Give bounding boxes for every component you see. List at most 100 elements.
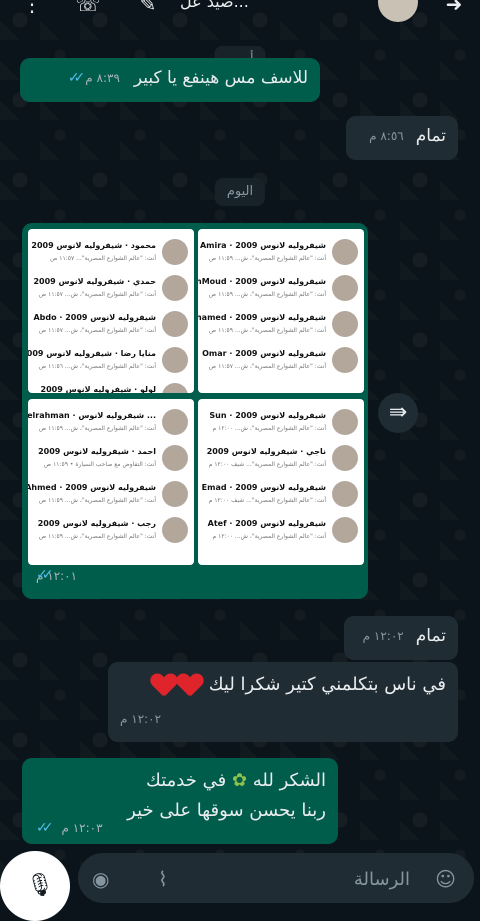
chat-name: ناجي · شيفروليه لانوس 2009 bbox=[206, 447, 326, 456]
message-text: للاسف مس هينفع يا كبير bbox=[133, 68, 308, 88]
herb-emoji: ✿ bbox=[231, 770, 248, 791]
avatar[interactable] bbox=[378, 0, 418, 22]
message-text: تمام bbox=[415, 626, 446, 646]
contact-thumbnail bbox=[162, 481, 188, 507]
chat-name: Sun · شيفروليه لانوس 2009 bbox=[209, 411, 326, 420]
chat-name: حمدي · شيفروليه لانوس 2009 bbox=[33, 277, 156, 286]
contact-thumbnail bbox=[162, 347, 188, 373]
chat-list-item: ناجي · شيفروليه لانوس 2009 أنت: "عالم الش… bbox=[204, 441, 358, 477]
message-text-line1: الشكر لله bbox=[252, 770, 326, 791]
screenshot-image[interactable]: Abdelrahman · شيفروليه لانوس ... أنت: "عا… bbox=[28, 399, 194, 565]
chat-list-item: حمدي · شيفروليه لانوس 2009 أنت: "عالم الش… bbox=[33, 271, 188, 307]
message-placeholder: الرسالة bbox=[353, 869, 410, 890]
edit-icon[interactable]: ✎ bbox=[134, 0, 162, 18]
chat-list-item: محمود · شيفروليه لانوس 2009 أنت: "عالم ال… bbox=[31, 235, 188, 271]
message-time: ١٢:٠٢ م bbox=[362, 629, 404, 643]
red-heart-emoji bbox=[151, 672, 177, 698]
message-time: ٨:٥٦ م bbox=[369, 129, 404, 143]
message-incoming[interactable]: تمام ٨:٥٦ م bbox=[346, 116, 458, 160]
chat-header: ⋮ ☏ ✎ صيد عل... ➜ bbox=[0, 0, 480, 26]
sticker-icon[interactable]: ☺ bbox=[435, 867, 456, 891]
chat-list-item: Sun · شيفروليه لانوس 2009 أنت: "عالم الشو… bbox=[204, 405, 358, 441]
mic-button[interactable]: 🎙 bbox=[0, 851, 70, 921]
chat-preview: أنت: "عالم الشوارع المصرية"، ش... ١١:٥٩ … bbox=[38, 533, 156, 540]
message-outgoing[interactable]: الشكر لله ✿ في خدمتك ربنا يحسن سوقها على… bbox=[22, 758, 338, 844]
chat-list-item: منايا رضا · شيفروليه لانوس 2009 أنت: "عال… bbox=[28, 343, 188, 379]
contact-thumbnail bbox=[332, 409, 358, 435]
chat-name: Abdo · شيفروليه لانوس 2009 bbox=[33, 313, 156, 322]
contact-thumbnail bbox=[162, 311, 188, 337]
chat-list-item: رجب · شيفروليه لانوس 2009 أنت: "عالم الشو… bbox=[34, 513, 188, 549]
message-incoming[interactable]: في ناس بتكلمني كتير شكرا ليك ١٢:٠٢ م bbox=[108, 662, 458, 742]
chat-list-item: MahMoud · شيفروليه لانوس 2009 أنت: "عالم … bbox=[198, 271, 358, 307]
chat-name: رجب · شيفروليه لانوس 2009 bbox=[37, 519, 156, 528]
contact-thumbnail bbox=[332, 347, 358, 373]
chat-preview: أنت: التفاوض مع صاحب السيارة • ١١:٥٩ ص bbox=[43, 461, 156, 468]
contact-thumbnail bbox=[162, 445, 188, 471]
message-outgoing[interactable]: للاسف مس هينفع يا كبير ٨:٣٩ م ✓✓ bbox=[20, 58, 320, 102]
forward-icon[interactable]: ➜ bbox=[440, 0, 468, 18]
contact-thumbnail bbox=[162, 239, 188, 265]
red-heart-emoji bbox=[177, 672, 203, 698]
forward-button[interactable]: ⇛ bbox=[378, 393, 418, 433]
chat-preview: أنت: "عالم الشوارع المصرية"، ش... ١١:٥٩ … bbox=[208, 327, 326, 334]
chat-list-item: Abdelrahman · شيفروليه لانوس ... أنت: "عا… bbox=[28, 405, 188, 441]
message-incoming[interactable]: تمام ١٢:٠٢ م bbox=[344, 616, 458, 660]
contact-thumbnail bbox=[162, 275, 188, 301]
screenshot-image[interactable]: Amira · شيفروليه لانوس 2009 أنت: "عالم ال… bbox=[198, 229, 364, 393]
chat-list-item: Amira · شيفروليه لانوس 2009 أنت: "عالم ال… bbox=[200, 235, 358, 271]
contact-name[interactable]: صيد عل... bbox=[180, 0, 249, 11]
chat-preview: أنت: "عالم الشوارع المصرية"، ش... ١٢:٠٠ … bbox=[212, 425, 326, 432]
chat-name: Omar · شيفروليه لانوس 2009 bbox=[202, 349, 326, 358]
chat-name: MahMoud · شيفروليه لانوس 2009 bbox=[198, 277, 326, 286]
chat-preview: أنت: "عالم الشوارع المصرية"، ش... ١١:٥٩ … bbox=[38, 425, 156, 432]
chat-list-item: Mohamed · شيفروليه لانوس 2009 أنت: "عالم … bbox=[198, 307, 358, 343]
contact-thumbnail bbox=[332, 239, 358, 265]
chat-preview: أنت: "عالم الشوارع المصرية"... ١١:٥٧ ص bbox=[50, 255, 156, 262]
chat-preview: أنت: "عالم الشوارع المصرية"... شيف ١٢:٠٠… bbox=[208, 497, 326, 504]
chat-preview: أنت: "عالم الشوارع المصرية"، ش... ١١:٥٩ … bbox=[208, 255, 326, 262]
chat-list-item: Omar · شيفروليه لانوس 2009 أنت: "عالم الش… bbox=[202, 343, 358, 379]
chat-list-item: Abdo · شيفروليه لانوس 2009 أنت: "عالم الش… bbox=[33, 307, 188, 343]
message-time: ١٢:٠٢ م bbox=[120, 712, 162, 726]
date-chip-today: اليوم bbox=[214, 178, 266, 206]
chat-preview: أنت: "عالم الشوارع المصرية"، ش... ١١:٥٩ … bbox=[38, 497, 156, 504]
contact-thumbnail bbox=[162, 409, 188, 435]
camera-icon[interactable]: ◉ bbox=[92, 867, 109, 891]
more-vert-icon[interactable]: ⋮ bbox=[18, 0, 46, 18]
screenshot-image[interactable]: محمود · شيفروليه لانوس 2009 أنت: "عالم ال… bbox=[28, 229, 194, 393]
image-album-message[interactable]: Amira · شيفروليه لانوس 2009 أنت: "عالم ال… bbox=[22, 223, 368, 599]
chat-preview: أنت: "عالم الشوارع المصرية"، ش... ١٢:٠٠ … bbox=[212, 533, 326, 540]
chat-name: Abdelrahman · شيفروليه لانوس ... bbox=[28, 411, 156, 420]
chat-list-item: Ahmed · شيفروليه لانوس 2009 أنت: "عالم ال… bbox=[28, 477, 188, 513]
contact-thumbnail bbox=[162, 383, 188, 393]
message-text: تمام bbox=[415, 126, 446, 146]
attach-icon[interactable]: ⌇ bbox=[158, 867, 168, 891]
chat-name: Emad · شيفروليه لانوس 2009 bbox=[201, 483, 326, 492]
chat-name: Ahmed · شيفروليه لانوس 2009 bbox=[28, 483, 156, 492]
message-time: ٨:٣٩ م bbox=[85, 71, 120, 85]
chat-list-item: Atef · شيفروليه لانوس 2009 أنت: "عالم الش… bbox=[204, 513, 358, 549]
message-input[interactable]: ◉ ⌇ الرسالة ☺ bbox=[78, 853, 474, 903]
chat-name: Amira · شيفروليه لانوس 2009 bbox=[199, 241, 326, 250]
chat-preview: أنت: "عالم الشوارع المصرية"، ش... ١١:٥٦ … bbox=[38, 363, 156, 370]
message-time: ١٢:٠٣ م bbox=[61, 821, 103, 835]
chat-name: منايا رضا · شيفروليه لانوس 2009 bbox=[28, 349, 156, 358]
chat-list-item: Emad · شيفروليه لانوس 2009 أنت: "عالم الش… bbox=[201, 477, 358, 513]
compose-bar: 🎙 ◉ ⌇ الرسالة ☺ bbox=[0, 845, 480, 921]
screenshot-image[interactable]: Sun · شيفروليه لانوس 2009 أنت: "عالم الشو… bbox=[198, 399, 364, 565]
chat-name: محمود · شيفروليه لانوس 2009 bbox=[31, 241, 156, 250]
chat-preview: أنت: "عالم الشوارع المصرية"، ش... ١١:٥٧ … bbox=[208, 363, 326, 370]
chat-list-item: لولو · شيفروليه لانوس 2009 bbox=[34, 379, 188, 393]
contact-thumbnail bbox=[332, 445, 358, 471]
call-icon[interactable]: ☏ bbox=[74, 0, 102, 18]
contact-thumbnail bbox=[332, 517, 358, 543]
chat-name: احمد · شيفروليه لانوس 2009 bbox=[38, 447, 156, 456]
message-text: في ناس بتكلمني كتير شكرا ليك bbox=[208, 674, 446, 695]
chat-name: Mohamed · شيفروليه لانوس 2009 bbox=[198, 313, 326, 322]
chat-preview: أنت: "عالم الشوارع المصرية"... شيف ١٢:٠٠… bbox=[208, 461, 326, 468]
mic-icon: 🎙 bbox=[26, 873, 54, 898]
contact-thumbnail bbox=[332, 275, 358, 301]
read-ticks-icon: ✓✓ bbox=[67, 70, 86, 86]
read-ticks-icon: ✓✓ bbox=[36, 567, 54, 583]
